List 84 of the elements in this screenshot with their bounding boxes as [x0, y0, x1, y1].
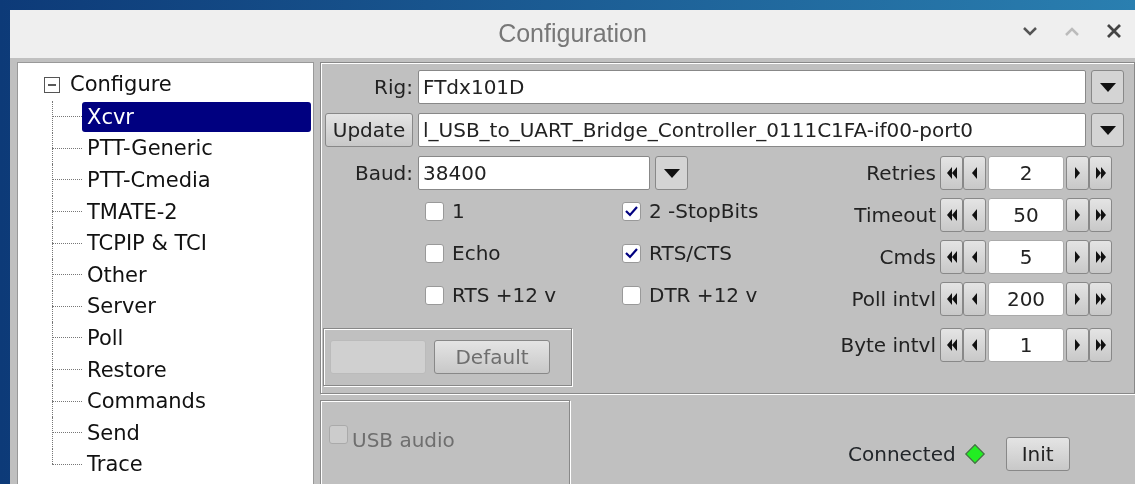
checkbox[interactable] [425, 201, 444, 221]
double-left-arrow-icon [945, 292, 958, 306]
double-left-arrow-icon [945, 208, 958, 222]
back-button[interactable] [963, 328, 986, 362]
tree-item[interactable]: Xcvr [82, 101, 311, 132]
back-button[interactable] [963, 240, 986, 274]
spinner-field[interactable]: 5 [988, 240, 1064, 274]
spinner-field[interactable]: 1 [988, 328, 1064, 362]
forward-button[interactable] [1066, 240, 1089, 274]
forward-button[interactable] [1066, 282, 1089, 316]
fast-forward-button[interactable] [1089, 240, 1112, 274]
back-button[interactable] [963, 156, 986, 190]
dropdown-button[interactable] [1091, 70, 1124, 104]
checkbox[interactable] [425, 243, 444, 263]
fast-back-button[interactable] [940, 156, 963, 190]
double-right-arrow-icon [1094, 338, 1107, 352]
caret-icon [1098, 81, 1117, 93]
minimize-icon[interactable] [1023, 26, 1037, 36]
double-right-arrow-icon [1094, 166, 1107, 180]
rig-field[interactable]: FTdx101D [418, 70, 1086, 104]
tree-item[interactable]: Other [82, 259, 152, 290]
fast-forward-button[interactable] [1089, 156, 1112, 190]
close-icon[interactable] [1107, 24, 1121, 38]
double-left-arrow-icon [945, 166, 958, 180]
tree-item[interactable]: TMATE-2 [82, 196, 183, 227]
collapse-icon[interactable] [44, 77, 60, 93]
back-button[interactable] [963, 198, 986, 232]
tree-item[interactable]: TCPIP & TCI [82, 228, 212, 259]
fast-forward-button[interactable] [1089, 282, 1112, 316]
spinner-field[interactable]: 2 [988, 156, 1064, 190]
tree-item[interactable]: PTT-Generic [82, 133, 218, 164]
forward-button[interactable] [1066, 198, 1089, 232]
tree-item[interactable]: Restore [82, 354, 172, 385]
port-field[interactable]: l_USB_to_UART_Bridge_Controller_0111C1FA-if00-port0 [418, 113, 1086, 147]
update-button[interactable]: Update [325, 113, 413, 147]
baud-field[interactable]: 38400 [418, 156, 650, 190]
forward-button[interactable] [1066, 328, 1089, 362]
caret-icon [1098, 124, 1117, 136]
dropdown-button[interactable] [655, 156, 688, 190]
double-right-arrow-icon [1094, 208, 1107, 222]
spinner-label: Poll intvl [850, 286, 936, 313]
checkbox-label: 2 -StopBits [649, 198, 759, 225]
spinner-field[interactable]: 50 [988, 198, 1064, 232]
checkbox-label: 1 [452, 198, 465, 225]
checkbox[interactable] [622, 285, 641, 305]
caret-icon [662, 167, 681, 179]
checkbox[interactable] [425, 285, 444, 305]
checkbox-label: Echo [452, 240, 501, 267]
rig-label: Rig: [373, 74, 413, 101]
checkbox[interactable] [622, 201, 641, 221]
double-left-arrow-icon [945, 250, 958, 264]
tree-item[interactable]: PTT-Cmedia [82, 165, 216, 195]
status-label: Connected [848, 441, 956, 468]
spinner-label: Byte intvl [839, 332, 936, 359]
tree-item[interactable]: Poll [82, 322, 129, 353]
tree-item[interactable]: Configure [70, 69, 172, 101]
fast-back-button[interactable] [940, 240, 963, 274]
init-button[interactable]: Init [1005, 437, 1070, 471]
fast-forward-button[interactable] [1089, 198, 1112, 232]
tree-item[interactable]: Trace [82, 449, 148, 480]
checkbox-label: USB audio [352, 427, 455, 454]
spinner-field[interactable]: 200 [988, 282, 1064, 316]
tree-item[interactable]: Send [82, 417, 145, 448]
baud-label: Baud: [353, 160, 413, 187]
checkbox[interactable] [622, 243, 641, 263]
checkbox-label: DTR +12 v [649, 282, 758, 309]
fast-back-button[interactable] [940, 328, 963, 362]
spinner-label: Timeout [853, 202, 936, 229]
double-right-arrow-icon [1094, 292, 1107, 306]
back-button[interactable] [963, 282, 986, 316]
fast-back-button[interactable] [940, 282, 963, 316]
double-right-arrow-icon [1094, 250, 1107, 264]
forward-button[interactable] [1066, 156, 1089, 190]
tree-item[interactable]: Commands [82, 386, 211, 417]
fast-forward-button[interactable] [1089, 328, 1112, 362]
checkbox-label: RTS +12 v [452, 282, 557, 309]
tree-item[interactable]: Server [82, 291, 161, 322]
dropdown-button[interactable] [1091, 113, 1124, 147]
spinner-label: Cmds [878, 244, 936, 271]
fast-back-button[interactable] [940, 198, 963, 232]
spinner-label: Retries [865, 160, 936, 187]
checkbox-label: RTS/CTS [649, 240, 732, 267]
double-left-arrow-icon [945, 338, 958, 352]
window-title: Configuration [498, 18, 647, 50]
